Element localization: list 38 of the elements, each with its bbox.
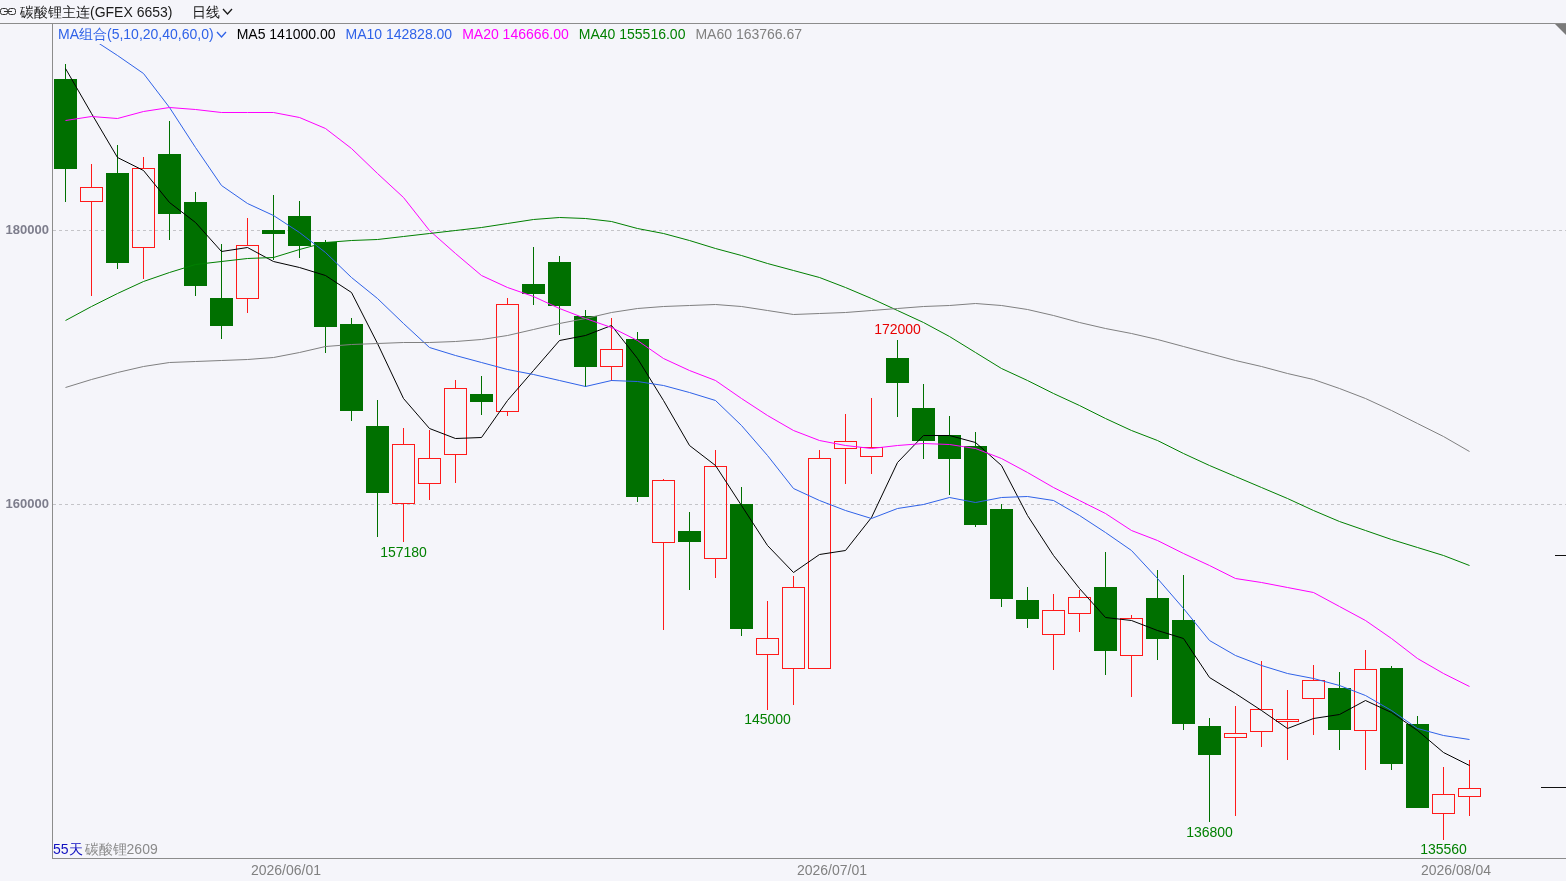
rising-candle: [600, 317, 623, 382]
rising-candle: [418, 429, 441, 501]
falling-candle: [1016, 586, 1039, 629]
falling-candle: [522, 246, 545, 306]
falling-candle: [470, 375, 493, 416]
corner-triangle-icon: [1555, 24, 1566, 35]
ma-preset-dropdown[interactable]: MA组合(5,10,20,40,60,0): [58, 26, 227, 42]
rising-candle: [1458, 759, 1481, 817]
moving-average-value: MA20 146666.00: [462, 26, 569, 42]
moving-average-value: MA10 142828.00: [345, 26, 453, 42]
rising-candle: [1276, 689, 1299, 761]
period-dropdown[interactable]: 日线: [192, 3, 234, 20]
moving-average-value: MA5 141000.00: [236, 26, 336, 42]
low-price-label: 145000: [744, 711, 791, 727]
price-tick-mark: [1554, 555, 1566, 556]
contract-label: 碳酸锂2609: [84, 841, 158, 857]
link-icon: [0, 7, 16, 16]
rising-candle: [1302, 664, 1325, 736]
high-price-label: 172000: [874, 321, 921, 337]
low-price-label: 136800: [1186, 824, 1233, 840]
chevron-down-icon: [215, 30, 227, 38]
falling-candle: [262, 194, 285, 261]
y-axis-label: 180000: [5, 222, 49, 238]
x-axis-date-label: 2026/06/01: [250, 862, 322, 878]
rising-candle: [834, 413, 857, 485]
moving-average-value: MA40 155516.00: [578, 26, 686, 42]
moving-average-value: MA60 163766.67: [695, 26, 803, 42]
falling-candle: [288, 200, 311, 259]
y-axis-label: 160000: [5, 496, 49, 512]
low-price-label: 157180: [380, 544, 427, 560]
x-axis-date-label: 2026/07/01: [796, 862, 868, 878]
price-tick-mark: [1540, 787, 1566, 788]
x-axis-date-label: 2026/08/04: [1420, 862, 1492, 878]
chevron-down-icon: [222, 8, 234, 15]
low-price-label: 135560: [1420, 841, 1467, 857]
instrument-title: 碳酸锂主连(GFEX 6653): [20, 3, 173, 20]
rising-candle: [1068, 589, 1091, 633]
day-count-label: 55天: [53, 841, 83, 857]
